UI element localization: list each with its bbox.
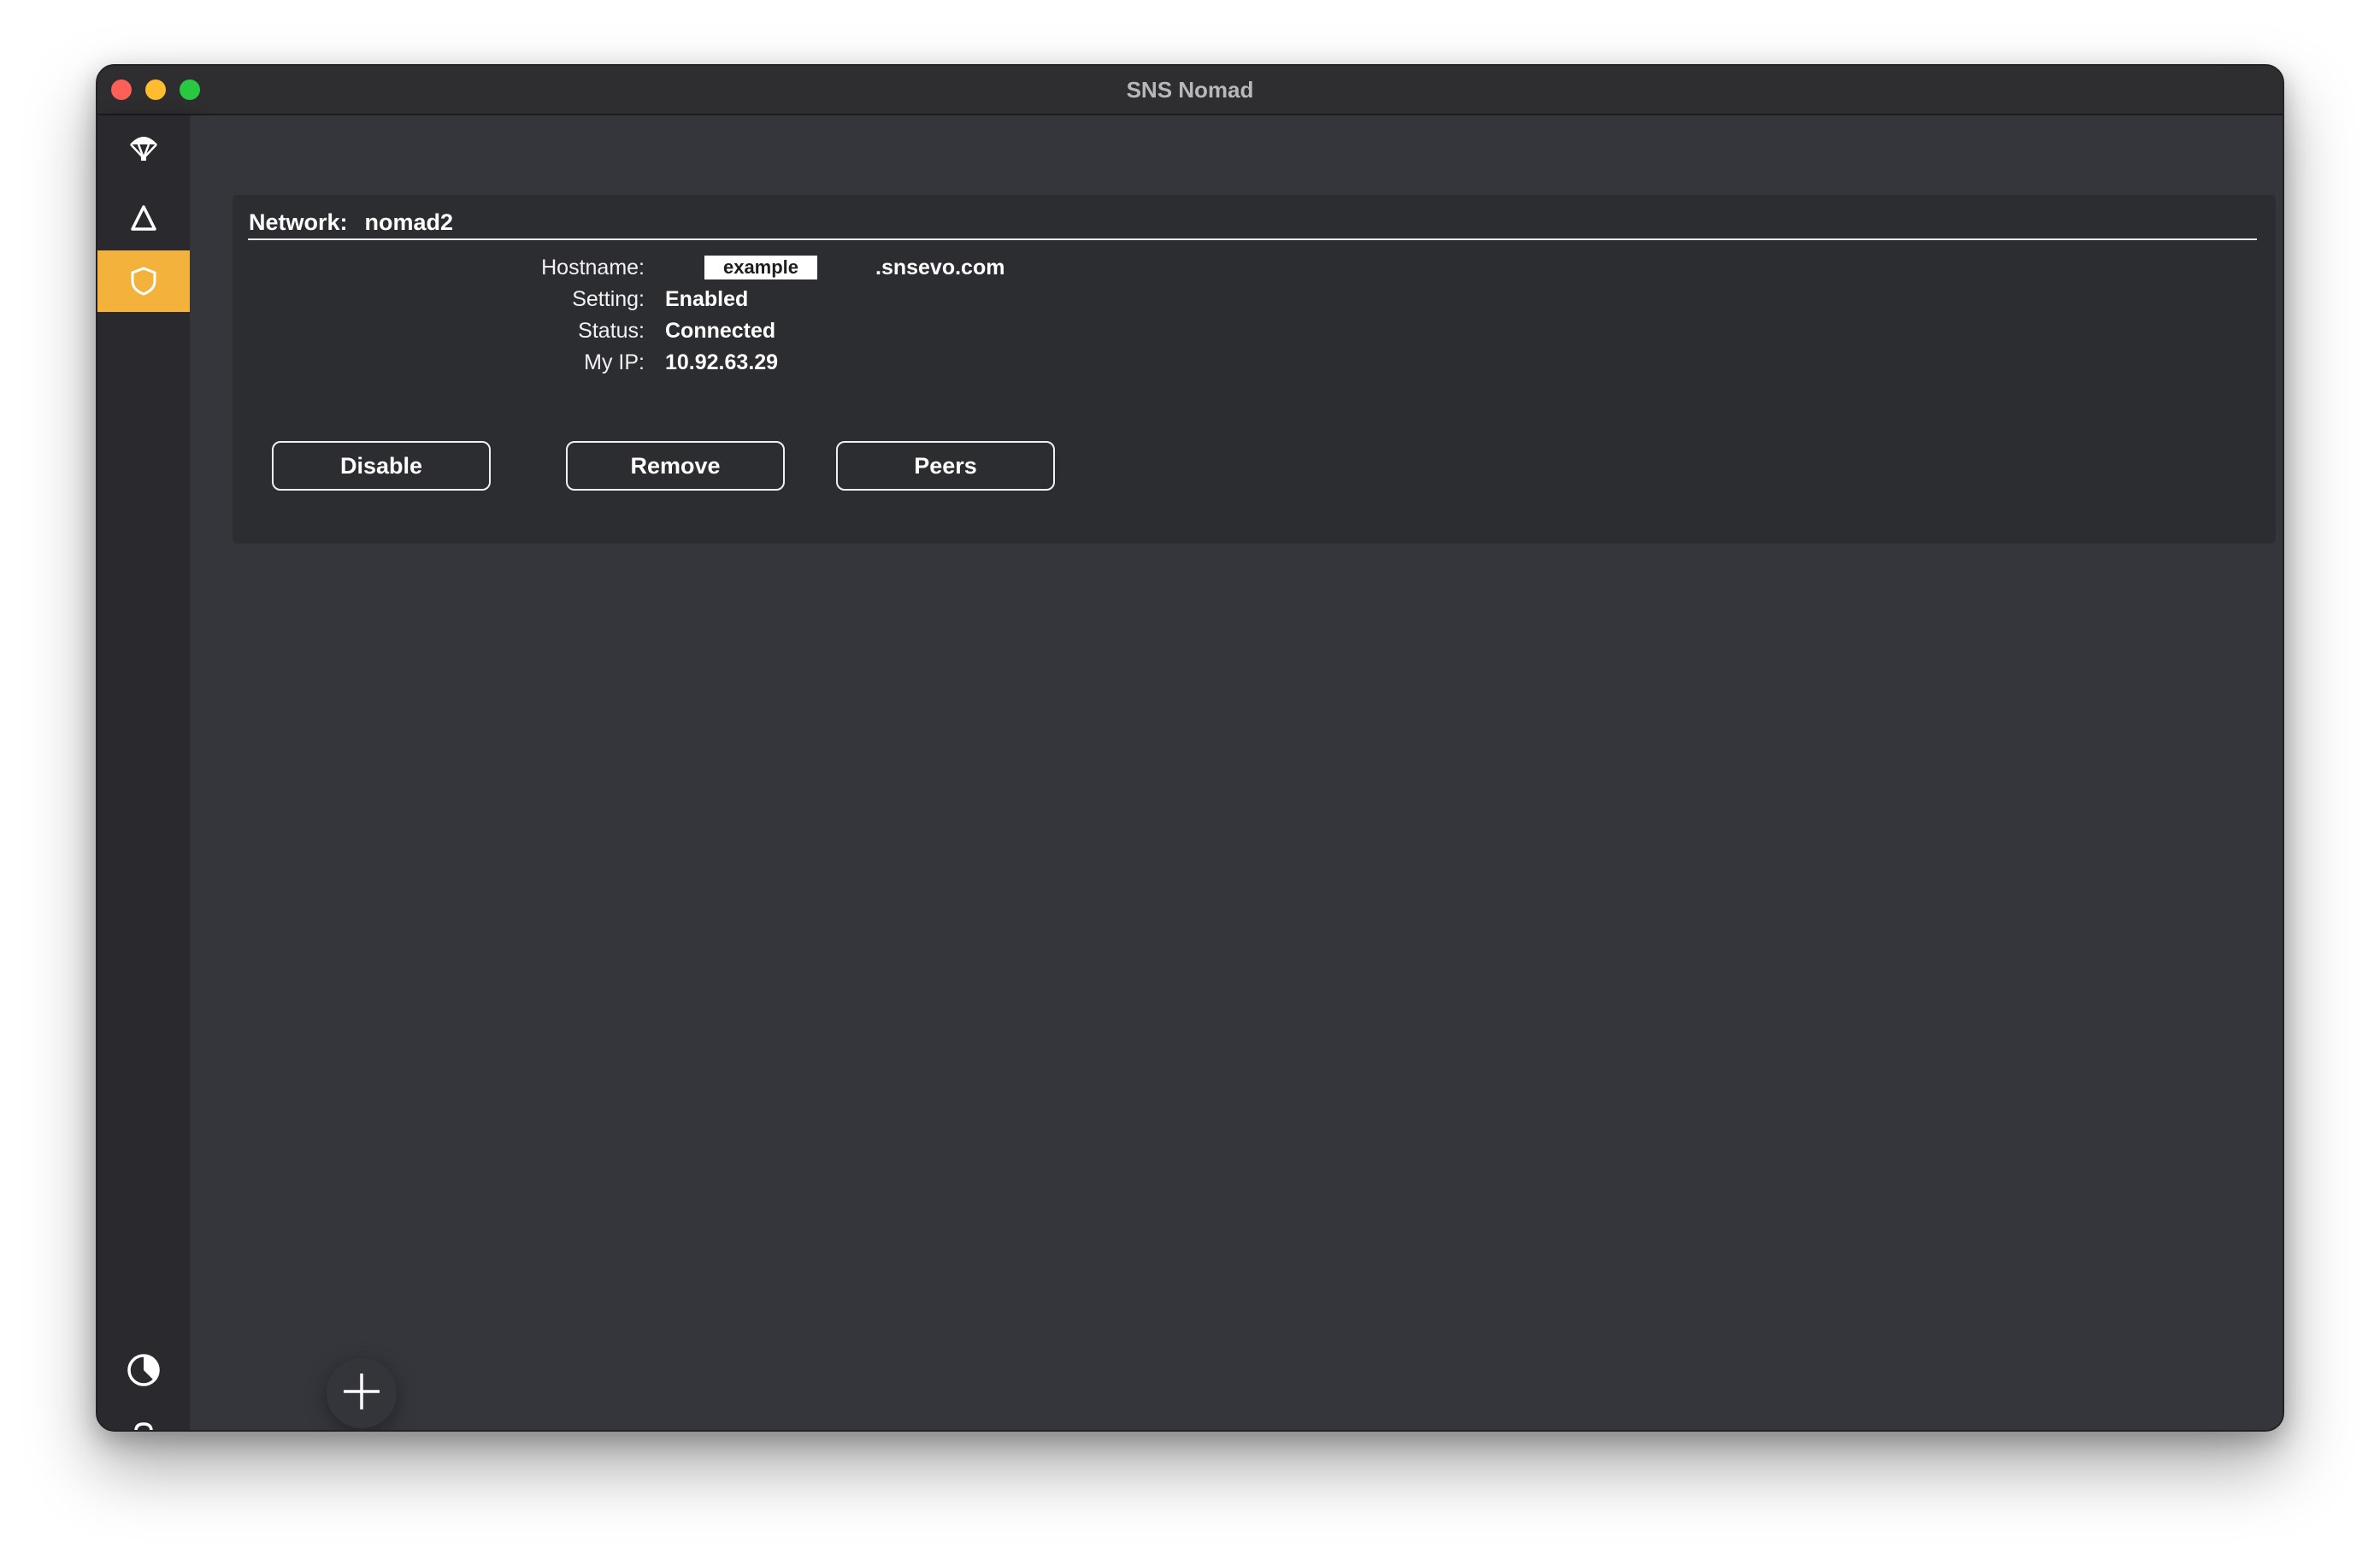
- my-ip-label: My IP:: [584, 350, 645, 374]
- help-icon: [131, 1421, 156, 1430]
- disable-button[interactable]: Disable: [272, 441, 491, 491]
- my-ip-value: 10.92.63.29: [665, 350, 779, 374]
- hostname-label: Hostname:: [541, 256, 645, 279]
- setting-label: Setting:: [572, 287, 645, 311]
- parachute-icon: [127, 129, 161, 163]
- setting-value: Enabled: [665, 287, 749, 311]
- window-title: SNS Nomad: [1126, 77, 1254, 103]
- sidebar-item-shield[interactable]: [97, 250, 190, 312]
- hostname-domain: .snsevo.com: [875, 256, 1005, 279]
- contrast-icon: [126, 1352, 162, 1388]
- peers-button[interactable]: Peers: [836, 441, 1055, 491]
- network-heading: Network: nomad2: [249, 209, 453, 236]
- sidebar-item-parachute[interactable]: [97, 115, 190, 177]
- add-network-button[interactable]: [327, 1358, 397, 1428]
- sidebar-item-appearance[interactable]: [97, 1339, 190, 1401]
- sidebar: [97, 115, 190, 1430]
- sidebar-item-delta[interactable]: [97, 187, 190, 249]
- app-window: SNS Nomad Network: nomad2 Hostname: exam…: [96, 64, 2284, 1432]
- hostname-input[interactable]: example: [704, 256, 817, 279]
- status-value: Connected: [665, 319, 776, 343]
- plus-icon: [342, 1372, 381, 1415]
- network-label: Network:: [249, 209, 348, 235]
- shield-icon: [129, 266, 158, 297]
- divider: [248, 238, 2257, 240]
- title-bar: SNS Nomad: [97, 66, 2283, 115]
- status-label: Status:: [578, 319, 645, 343]
- delta-icon: [129, 203, 158, 232]
- network-name: nomad2: [364, 209, 454, 235]
- sidebar-item-help[interactable]: [97, 1408, 190, 1430]
- remove-button[interactable]: Remove: [566, 441, 785, 491]
